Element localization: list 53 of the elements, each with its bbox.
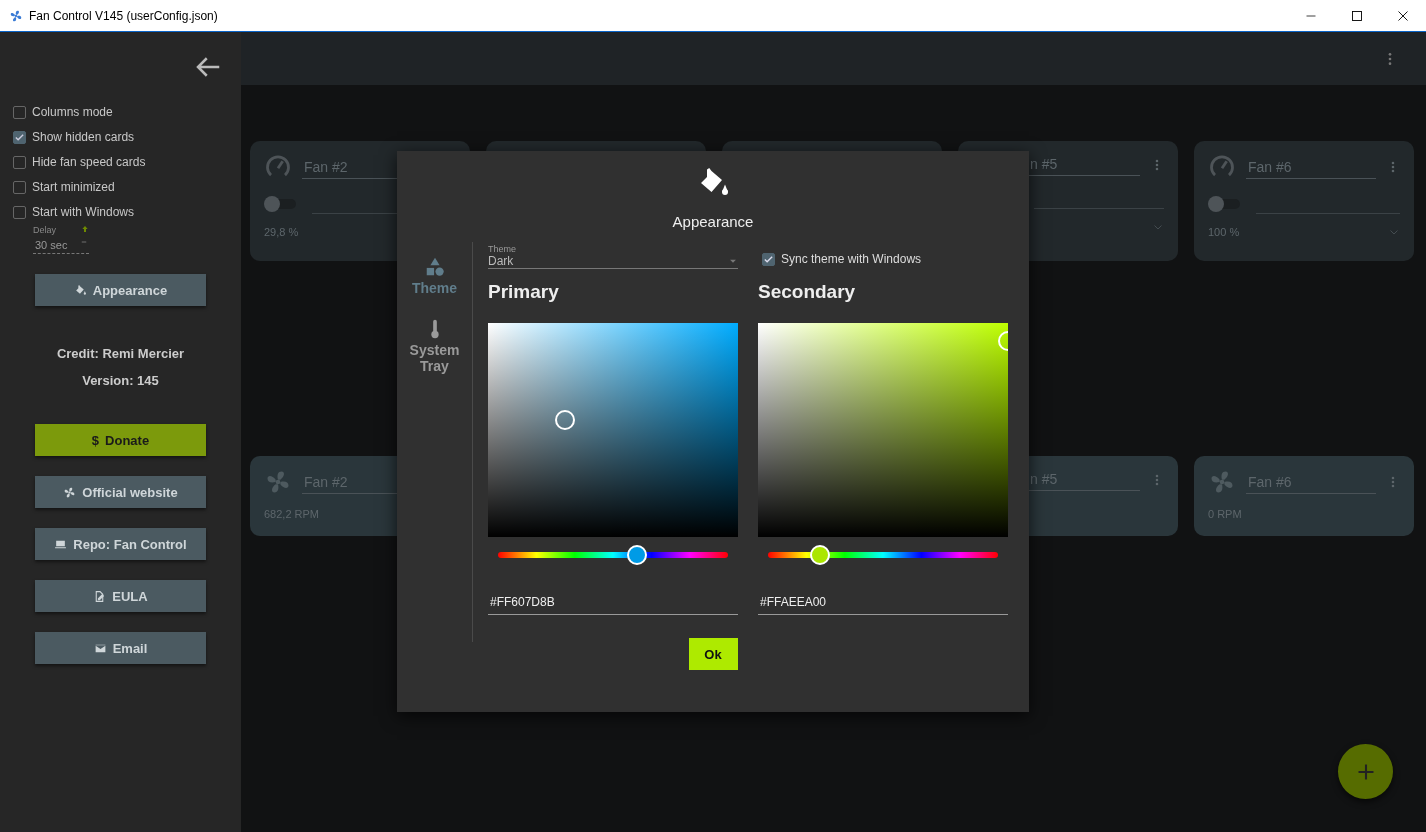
repo-button[interactable]: Repo: Fan Control [35, 528, 206, 560]
nav-tab[interactable]: Theme [411, 256, 458, 296]
fan-icon [63, 485, 77, 499]
color-picker-area[interactable] [488, 323, 738, 537]
value-text: 29,8 % [264, 226, 300, 238]
slider-thumb[interactable] [626, 545, 647, 565]
name-field[interactable]: Fan #6 [1246, 155, 1376, 179]
theme-dropdown[interactable]: Theme Dark [488, 242, 738, 269]
delay-field[interactable]: 30 sec [33, 235, 89, 254]
picker-handle[interactable] [555, 410, 576, 431]
up-arrow-icon[interactable] [81, 225, 89, 233]
color-picker-area[interactable] [758, 323, 1008, 537]
section-heading: Primary [488, 281, 560, 303]
checkbox[interactable] [13, 205, 26, 219]
eula-button[interactable]: EULA [35, 580, 206, 612]
fan-icon [9, 8, 23, 23]
paint-bucket-icon [73, 283, 87, 297]
check-icon [14, 131, 25, 143]
checkbox-label: Sync theme with Windows [781, 252, 922, 266]
appearance-button[interactable]: Appearance [35, 274, 206, 306]
check-icon [763, 253, 774, 265]
donate-button[interactable]: $ Donate [35, 424, 206, 456]
checkbox[interactable] [13, 105, 26, 119]
checkbox[interactable] [762, 252, 775, 266]
add-button[interactable] [1338, 744, 1393, 799]
maximize-icon [1351, 9, 1363, 22]
nav-tab[interactable]: System Tray [397, 318, 472, 374]
slider-thumb[interactable] [810, 545, 831, 565]
checkbox[interactable] [13, 130, 26, 144]
window-title: Fan Control V145 (userConfig.json) [29, 8, 219, 23]
checkbox-label: Start with Windows [32, 205, 135, 219]
checkbox-label: Columns mode [32, 105, 113, 119]
hex-field[interactable]: #FF607D8B [488, 592, 738, 615]
credit-text: Credit: Remi Mercier [56, 346, 185, 361]
checkbox-label: Hide fan speed cards [32, 155, 146, 169]
checkbox-label: Start minimized [32, 180, 115, 194]
toggle-switch[interactable] [264, 195, 296, 212]
toggle-switch[interactable] [1208, 195, 1240, 212]
dialog-title: Appearance [672, 213, 754, 230]
checkbox[interactable] [13, 180, 26, 194]
checkbox-label: Show hidden cards [32, 130, 135, 144]
version-text: Version: 145 [82, 373, 159, 388]
section-heading: Secondary [758, 281, 857, 303]
checkbox[interactable] [13, 155, 26, 169]
website-button[interactable]: Official website [35, 476, 206, 508]
field-label: Delay [33, 225, 56, 235]
ok-button[interactable]: Ok [688, 638, 738, 670]
hex-field[interactable]: #FFAEEA00 [758, 592, 1008, 615]
close-icon [1397, 9, 1409, 22]
email-button[interactable]: Email [35, 632, 206, 664]
minus-icon[interactable] [81, 239, 87, 245]
document-edit-icon [93, 589, 107, 603]
value-text: 100 % [1208, 226, 1241, 238]
